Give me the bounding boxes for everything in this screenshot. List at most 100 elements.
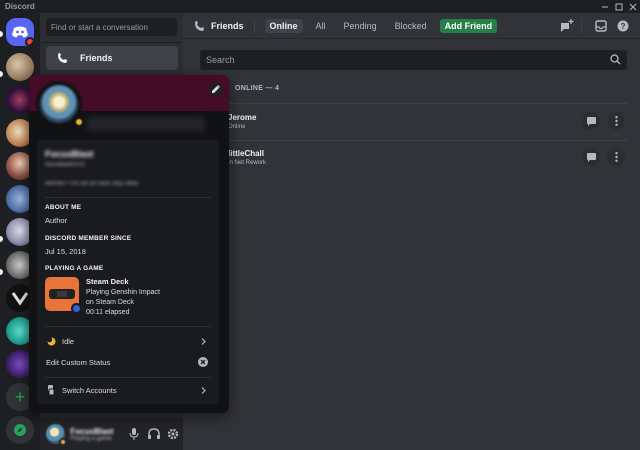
more-options-button[interactable] xyxy=(607,148,625,166)
new-group-dm-icon[interactable] xyxy=(560,19,574,33)
profile-display-name: FocusBlast xyxy=(45,149,94,159)
activity-title: Steam Deck xyxy=(86,277,129,286)
selected-indicator xyxy=(0,31,3,37)
close-window-icon[interactable] xyxy=(626,0,640,13)
header-title: Friends xyxy=(211,20,244,31)
more-vertical-icon xyxy=(614,152,618,162)
avatar[interactable] xyxy=(46,424,68,446)
menu-item-label: Edit Custom Status xyxy=(46,357,111,367)
friend-status: In Net Rework xyxy=(228,160,267,166)
member-since-date: Jul 15, 2018 xyxy=(45,247,86,256)
friend-row[interactable]: littleChall In Net Rework xyxy=(200,140,627,176)
chevron-right-icon xyxy=(197,384,209,396)
edit-profile-button[interactable] xyxy=(209,82,223,96)
user-name: FocusBlast xyxy=(70,426,114,436)
moon-icon xyxy=(46,336,56,346)
activity-line: on Steam Deck xyxy=(86,299,134,306)
settings-gear-icon[interactable] xyxy=(164,424,183,444)
profile-pronouns: He/Him • I'm not on here very often xyxy=(45,181,139,187)
activity-text: Steam Deck Playing Genshin Impact on Ste… xyxy=(86,277,160,318)
menu-item-label: Switch Accounts xyxy=(62,385,117,395)
clear-status-icon[interactable] xyxy=(197,356,209,368)
unread-indicator xyxy=(0,236,3,242)
tab-online[interactable]: Online xyxy=(264,18,303,33)
svg-text:?: ? xyxy=(621,22,626,31)
edit-custom-status-item[interactable]: Edit Custom Status xyxy=(41,353,215,371)
friends-icon xyxy=(195,20,204,31)
minimize-icon[interactable] xyxy=(598,0,612,13)
title-bar: Discord xyxy=(0,0,640,13)
friends-icon xyxy=(58,53,67,63)
message-button[interactable] xyxy=(582,112,600,130)
user-panel: FocusBlast Playing a game xyxy=(40,418,183,450)
microphone-icon[interactable] xyxy=(125,424,144,444)
idle-status-dot xyxy=(59,438,68,446)
tab-all[interactable]: All xyxy=(311,19,331,33)
menu-item-label: Idle xyxy=(62,336,75,346)
friends-header: Friends Online All Pending Blocked Add F… xyxy=(183,13,640,39)
profile-popout: FocusBlast focusblast0101 He/Him • I'm n… xyxy=(29,75,229,413)
about-me-heading: ABOUT ME xyxy=(45,204,82,211)
user-status: Playing a game xyxy=(70,435,112,442)
friend-status: Online xyxy=(228,124,246,130)
activity-elapsed: 00:11 elapsed xyxy=(86,309,130,316)
add-friend-button[interactable]: Add Friend xyxy=(439,18,498,33)
activity-line: Playing Genshin Impact xyxy=(86,289,160,296)
divider xyxy=(45,326,211,327)
more-options-button[interactable] xyxy=(607,112,625,130)
badges-strip xyxy=(87,117,205,131)
status-idle-item[interactable]: Idle xyxy=(41,332,215,350)
chat-bubble-icon xyxy=(586,152,596,162)
unread-indicator xyxy=(0,269,3,275)
tab-blocked[interactable]: Blocked xyxy=(390,19,432,33)
home-button[interactable] xyxy=(6,18,34,46)
profile-username: focusblast0101 xyxy=(45,162,86,168)
profile-card: FocusBlast focusblast0101 He/Him • I'm n… xyxy=(37,140,219,404)
idle-status-dot xyxy=(73,116,85,128)
headphones-icon[interactable] xyxy=(144,424,163,444)
chat-bubble-icon xyxy=(586,116,596,126)
chevron-right-icon xyxy=(197,335,209,347)
activity-card: Steam Deck Playing Genshin Impact on Ste… xyxy=(45,277,215,318)
search-placeholder: Search xyxy=(206,55,235,65)
about-me-text: Author xyxy=(45,216,68,225)
switch-accounts-icon xyxy=(46,385,56,395)
main-panel: Friends Online All Pending Blocked Add F… xyxy=(183,13,640,450)
conversation-search-input[interactable]: Find or start a conversation xyxy=(46,18,177,36)
sidebar-item-label: Friends xyxy=(80,53,113,63)
tab-pending[interactable]: Pending xyxy=(339,19,382,33)
friends-search-input[interactable]: Search xyxy=(200,50,627,70)
pencil-icon xyxy=(212,85,220,93)
discord-logo-icon xyxy=(12,26,28,38)
divider xyxy=(40,42,183,43)
friend-name: Jerome xyxy=(228,113,257,122)
help-icon[interactable]: ? xyxy=(616,19,630,33)
maximize-icon[interactable] xyxy=(612,0,626,13)
friend-row[interactable]: Jerome Online xyxy=(200,104,627,140)
member-since-heading: DISCORD MEMBER SINCE xyxy=(45,235,132,242)
divider xyxy=(581,19,582,33)
friend-name: littleChall xyxy=(228,149,265,158)
more-vertical-icon xyxy=(614,116,618,126)
inbox-icon[interactable] xyxy=(594,19,608,33)
user-info[interactable]: FocusBlast Playing a game xyxy=(70,427,124,442)
playing-heading: PLAYING A GAME xyxy=(45,265,104,272)
divider xyxy=(45,377,211,378)
page-title: Friends xyxy=(183,20,244,32)
compass-icon xyxy=(14,424,26,436)
unread-indicator xyxy=(0,71,3,77)
plus-icon: + xyxy=(14,386,26,407)
friend-info: Jerome Online xyxy=(228,113,256,130)
platform-icon xyxy=(71,303,82,314)
switch-accounts-item[interactable]: Switch Accounts xyxy=(41,381,215,399)
friend-info: littleChall In Net Rework xyxy=(228,149,266,166)
divider xyxy=(45,197,211,198)
search-icon xyxy=(610,54,621,65)
app-title: Discord xyxy=(5,2,35,11)
sidebar-item-friends[interactable]: Friends xyxy=(46,46,178,70)
online-count: ONLINE — 4 xyxy=(235,85,280,92)
divider xyxy=(253,18,255,33)
notification-badge xyxy=(25,37,34,46)
explore-servers-button[interactable] xyxy=(6,416,34,444)
message-button[interactable] xyxy=(582,148,600,166)
